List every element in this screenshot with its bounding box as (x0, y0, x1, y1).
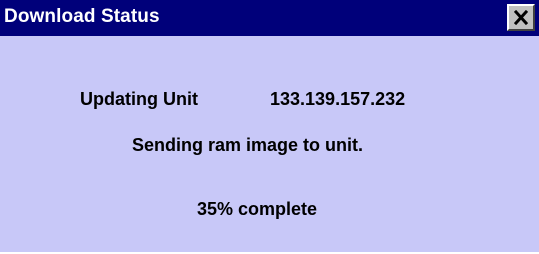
window-title: Download Status (4, 6, 160, 27)
progress-text: 35% complete (197, 199, 318, 219)
status-message: Sending ram image to unit. (132, 135, 364, 155)
close-icon (514, 10, 528, 25)
dialog-content: Updating Unit 133.139.157.232 Sending ra… (0, 36, 539, 254)
download-status-window: Download Status Updating Unit 133.139.15… (0, 0, 539, 254)
title-bar[interactable]: Download Status (0, 0, 539, 36)
unit-label: Updating Unit (80, 89, 198, 109)
close-button[interactable] (507, 4, 535, 31)
unit-address: 133.139.157.232 (270, 89, 406, 109)
